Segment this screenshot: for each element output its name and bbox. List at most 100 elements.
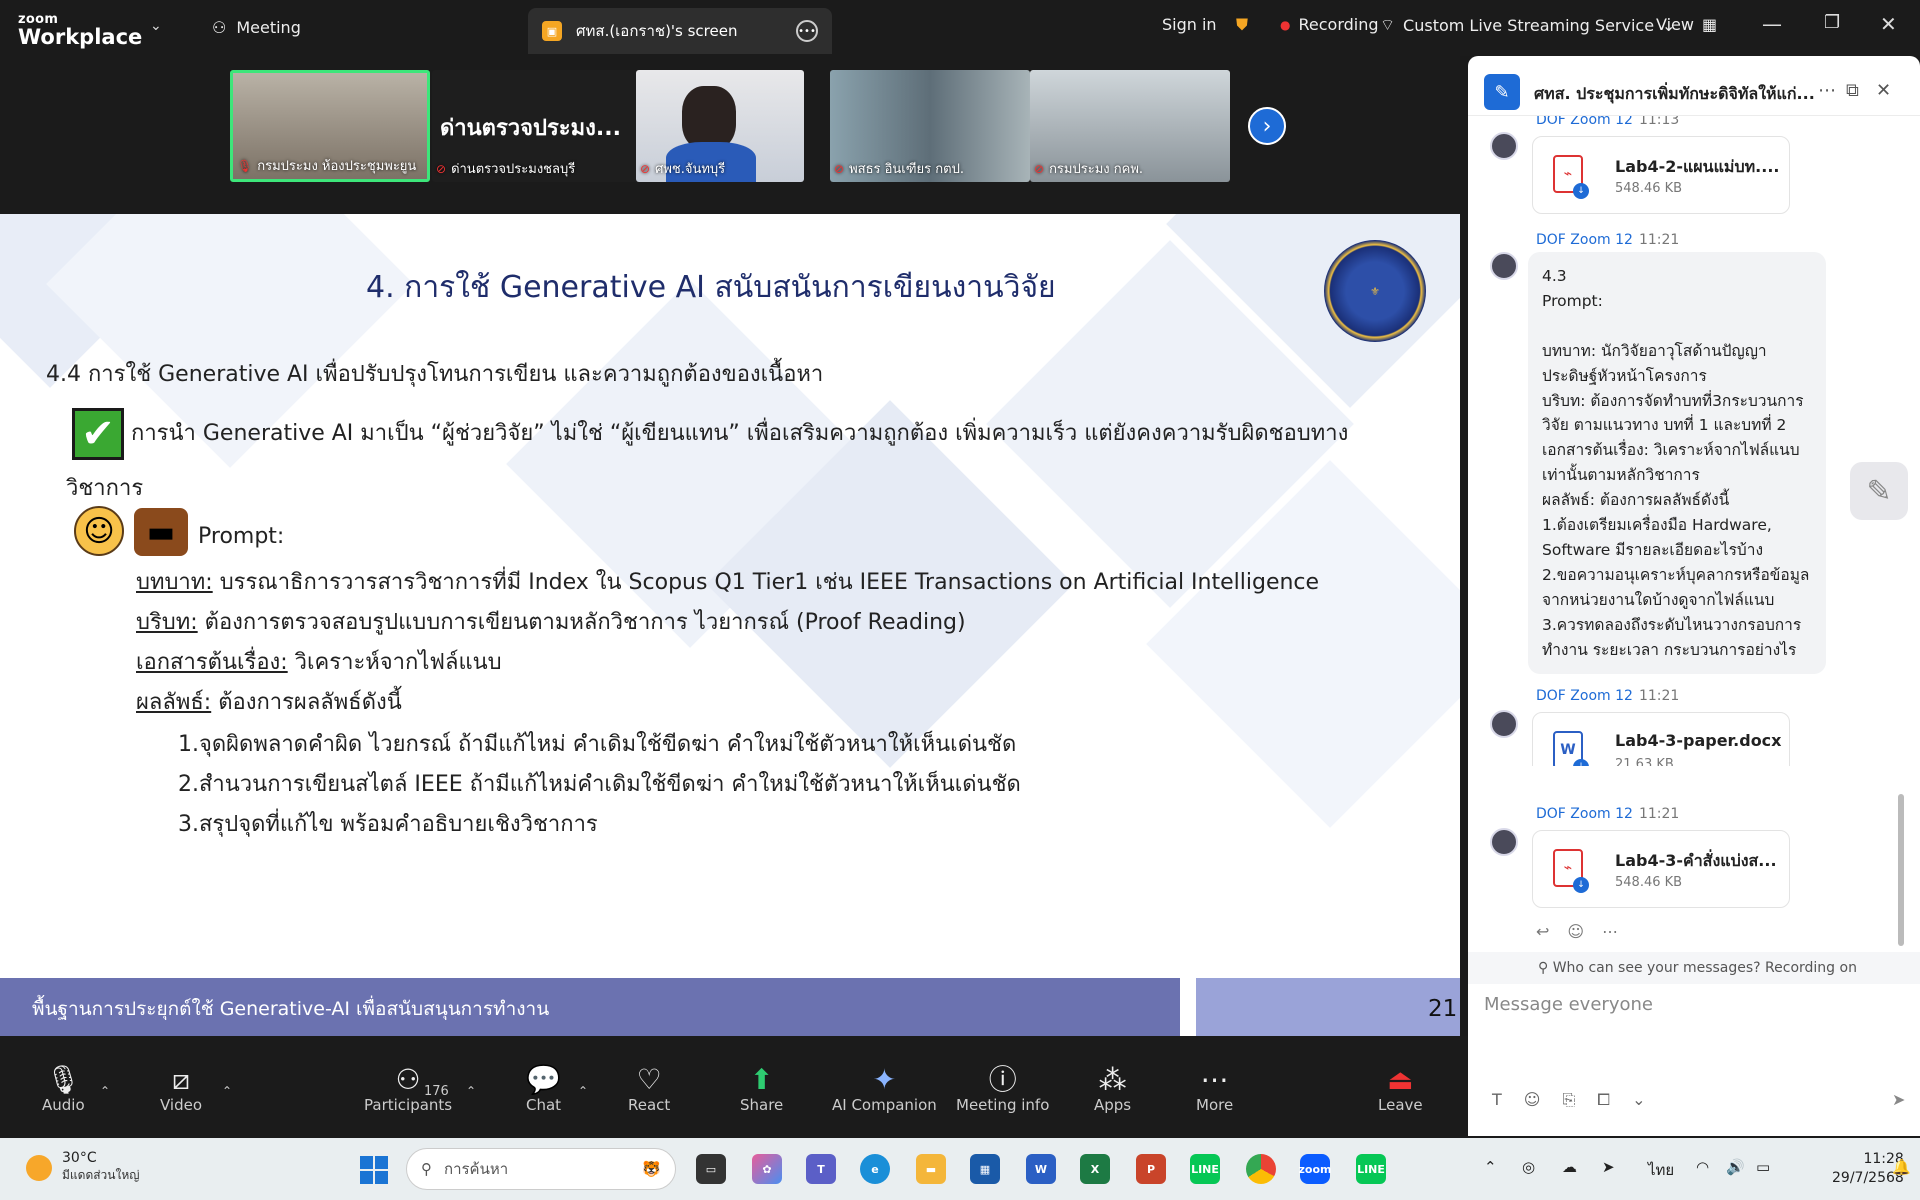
shield-icon[interactable]: ⛊ xyxy=(1236,15,1248,35)
screen-share-tab[interactable]: ▣ ศทส.(เอกราช)'s screen ••• xyxy=(528,8,832,54)
chevron-up-icon[interactable]: ⌃ xyxy=(466,1084,476,1098)
attach-file-icon[interactable]: ⎘ xyxy=(1562,1090,1575,1110)
send-icon[interactable]: ➤ xyxy=(1892,1090,1905,1109)
minimize-icon[interactable]: — xyxy=(1762,12,1782,36)
taskbar-search[interactable]: ⚲ การค้นหา 🐯 xyxy=(406,1148,676,1190)
cloud-icon[interactable]: ☁ xyxy=(1562,1158,1577,1176)
location-icon[interactable]: ➤ xyxy=(1602,1158,1615,1176)
participants-count: 176 xyxy=(424,1084,449,1099)
store-icon[interactable]: ▦ xyxy=(970,1154,1000,1184)
more-options-icon[interactable]: ⋯ xyxy=(1602,922,1618,941)
more-button[interactable]: ⋯ More xyxy=(1196,1064,1233,1115)
more-options-icon[interactable]: ⋯ xyxy=(1818,80,1836,101)
edit-icon[interactable]: ✎ xyxy=(1484,74,1520,110)
video-button[interactable]: ⧄ Video xyxy=(160,1064,202,1115)
leave-button[interactable]: ⏏ Leave xyxy=(1378,1064,1423,1115)
line-icon[interactable]: LINE xyxy=(1356,1154,1386,1184)
zoom-window: zoom Workplace ⌄ ⚇ Meeting ▣ ศทส.(เอกราช… xyxy=(0,0,1920,1200)
meeting-tab[interactable]: ⚇ Meeting xyxy=(212,18,301,37)
notification-bell-icon[interactable]: 🔔 xyxy=(1892,1158,1911,1176)
slide-footer: พื้นฐานการประยุกต์ใช้ Generative-AI เพื่… xyxy=(0,978,1460,1036)
sign-in-button[interactable]: Sign in xyxy=(1162,15,1217,34)
slide-title: 4. การใช้ Generative AI สนับสนันการเขียน… xyxy=(366,270,1056,305)
share-up-icon: ⬆ xyxy=(749,1063,774,1096)
battery-icon[interactable]: ▭ xyxy=(1756,1158,1770,1176)
video-tile-4[interactable]: ⊘ พสธร อินเฑียร กตป. xyxy=(830,70,1030,182)
grid-icon: ▦ xyxy=(1701,15,1718,34)
apps-button[interactable]: ⁂ Apps xyxy=(1094,1064,1131,1115)
section-heading: 4.4 การใช้ Generative AI เพื่อปรับปรุงโท… xyxy=(46,362,824,387)
result-line: ผลลัพธ์: ต้องการผลลัพธ์ดังนี้ xyxy=(136,690,402,715)
audio-button[interactable]: 🎙 Audio xyxy=(42,1064,85,1115)
close-icon[interactable]: ✕ xyxy=(1880,12,1897,36)
microphone-icon: 🎙 xyxy=(237,158,253,173)
file-attachment[interactable]: ⌁ ↓ Lab4-2-แผนแม่บท.... 548.46 KB xyxy=(1532,136,1790,214)
annotation-float-icon[interactable]: ✎ xyxy=(1850,462,1908,520)
emoji-react-icon[interactable]: ☺ xyxy=(1567,922,1584,941)
info-icon: ⓘ xyxy=(988,1063,1017,1096)
composer-tools: T ☺ ⎘ ⧠ ⌄ xyxy=(1492,1090,1646,1110)
more-options-icon[interactable]: ••• xyxy=(796,20,818,42)
streaming-icon: ⌔ xyxy=(1380,15,1396,34)
reply-icon[interactable]: ↩ xyxy=(1536,922,1549,941)
chat-title: ศทส. ประชุมการเพิ่มทักษะดิจิทัลให้แก่... xyxy=(1534,84,1815,103)
task-view-icon[interactable]: ▭ xyxy=(696,1154,726,1184)
chevron-down-icon[interactable]: ⌄ xyxy=(1632,1090,1645,1110)
next-page-button[interactable]: › xyxy=(1248,107,1286,145)
video-tile-2[interactable]: ด่านตรวจประมง... ⊘ ด่านตรวจประมงชลบุรี xyxy=(432,70,654,182)
chevron-up-icon[interactable]: ⌃ xyxy=(1484,1158,1497,1176)
meeting-info-button[interactable]: ⓘ Meeting info xyxy=(956,1063,1049,1115)
privacy-notice[interactable]: ⚲ Who can see your messages? Recording o… xyxy=(1468,952,1920,984)
react-button[interactable]: ♡ React xyxy=(628,1064,670,1115)
chevron-up-icon[interactable]: ⌃ xyxy=(578,1084,588,1098)
document-line: เอกสารต้นเรื่อง: วิเคราะห์จากไฟล์แนบ xyxy=(136,650,502,675)
wifi-icon[interactable]: ◠ xyxy=(1696,1158,1709,1176)
view-menu[interactable]: View ▦ xyxy=(1656,15,1717,34)
zoom-logo: zoom Workplace xyxy=(18,12,143,49)
chat-scrollbar[interactable] xyxy=(1898,794,1904,946)
recording-indicator[interactable]: ● Recording xyxy=(1280,15,1379,34)
chrome-icon[interactable] xyxy=(1246,1154,1276,1184)
powerpoint-icon[interactable]: P xyxy=(1136,1154,1166,1184)
video-tile-5[interactable]: ⊘ กรมประมง กคพ. xyxy=(1030,70,1230,182)
share-button[interactable]: ⬆ Share xyxy=(740,1063,783,1115)
ai-companion-button[interactable]: ✦ AI Companion xyxy=(832,1064,937,1115)
message-sender: DOF Zoom 12 11:21 xyxy=(1536,232,1680,248)
meeting-toolbar: 🎙 Audio ⌃ ⧄ Video ⌃ ⚇ Participants 176 ⌃ 💬 C… xyxy=(0,1036,1468,1138)
tray-app-icon[interactable]: ◎ xyxy=(1522,1158,1535,1176)
language-indicator[interactable]: ไทย xyxy=(1648,1158,1674,1182)
weather-widget[interactable]: 30°C มีแดดส่วนใหญ่ xyxy=(26,1150,140,1185)
volume-icon[interactable]: 🔊 xyxy=(1726,1158,1745,1176)
word-icon[interactable]: W xyxy=(1026,1154,1056,1184)
video-tile-1[interactable]: 🎙 กรมประมง ห้องประชุมพะยูน xyxy=(230,70,430,182)
pop-out-icon[interactable]: ⧉ xyxy=(1846,80,1859,101)
line-icon[interactable]: LINE xyxy=(1190,1154,1220,1184)
file-explorer-icon[interactable]: ▬ xyxy=(916,1154,946,1184)
text-message[interactable]: 4.3 Prompt: บทบาท: นักวิจัยอาวุโสด้านปัญ… xyxy=(1528,252,1826,674)
close-icon[interactable]: ✕ xyxy=(1876,80,1891,101)
excel-icon[interactable]: X xyxy=(1080,1154,1110,1184)
text-format-icon[interactable]: T xyxy=(1492,1090,1502,1110)
chevron-down-icon[interactable]: ⌄ xyxy=(150,18,162,34)
edge-icon[interactable]: e xyxy=(860,1154,890,1184)
file-attachment[interactable]: W ↓ Lab4-3-paper.docx 21.63 KB xyxy=(1532,712,1790,766)
sun-icon xyxy=(26,1154,52,1181)
copilot-icon[interactable]: ✿ xyxy=(752,1154,782,1184)
mic-muted-icon: ⊘ xyxy=(436,161,447,176)
emoji-icon[interactable]: ☺ xyxy=(1524,1090,1541,1110)
chevron-up-icon[interactable]: ⌃ xyxy=(222,1084,232,1098)
teams-icon[interactable]: T xyxy=(806,1154,836,1184)
screenshot-icon[interactable]: ⧠ xyxy=(1597,1090,1610,1110)
live-streaming-menu[interactable]: ⌔ Custom Live Streaming Service ⌄ xyxy=(1380,15,1675,35)
restore-icon[interactable]: ❐ xyxy=(1824,12,1840,33)
zoom-icon[interactable]: zoom xyxy=(1299,1154,1332,1184)
department-seal-logo: ⚜ xyxy=(1324,240,1426,342)
chevron-up-icon[interactable]: ⌃ xyxy=(100,1084,110,1098)
role-line: บทบาท: บรรณาธิการวารสารวิชาการที่มี Inde… xyxy=(136,570,1320,595)
message-input[interactable]: Message everyone xyxy=(1484,994,1653,1015)
video-tile-3[interactable]: ⊘ ศพช.จันทบุรี xyxy=(636,70,804,182)
chat-button[interactable]: 💬 Chat xyxy=(526,1064,561,1115)
windows-start-icon[interactable] xyxy=(360,1156,388,1184)
message-sender: DOF Zoom 12 11:21 xyxy=(1536,806,1680,822)
file-attachment[interactable]: ⌁ ↓ Lab4-3-คำสั่งแบ่งส... 548.46 KB xyxy=(1532,830,1790,908)
